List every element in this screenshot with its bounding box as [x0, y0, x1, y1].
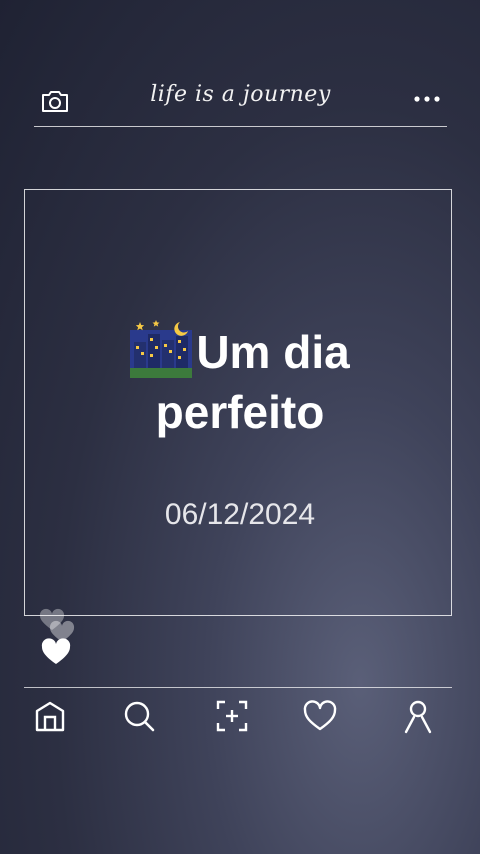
add-post-icon[interactable] — [214, 698, 250, 734]
top-bar: life is a journey — [34, 78, 447, 127]
night-city-emoji — [130, 320, 193, 378]
nav-divider — [24, 687, 452, 688]
app-title: life is a journey — [150, 82, 331, 107]
post-date: 06/12/2024 — [164, 498, 316, 531]
more-dots-icon[interactable] — [413, 92, 441, 106]
home-icon[interactable] — [32, 698, 68, 734]
hearts-icon[interactable] — [36, 608, 82, 668]
search-icon[interactable] — [121, 698, 157, 734]
profile-icon[interactable] — [400, 698, 436, 734]
headline-line-2: perfeito — [155, 386, 325, 438]
post-headline: Um dia perfeito — [0, 320, 480, 442]
heart-icon[interactable] — [302, 698, 338, 734]
headline-line-1: Um dia — [196, 326, 350, 378]
